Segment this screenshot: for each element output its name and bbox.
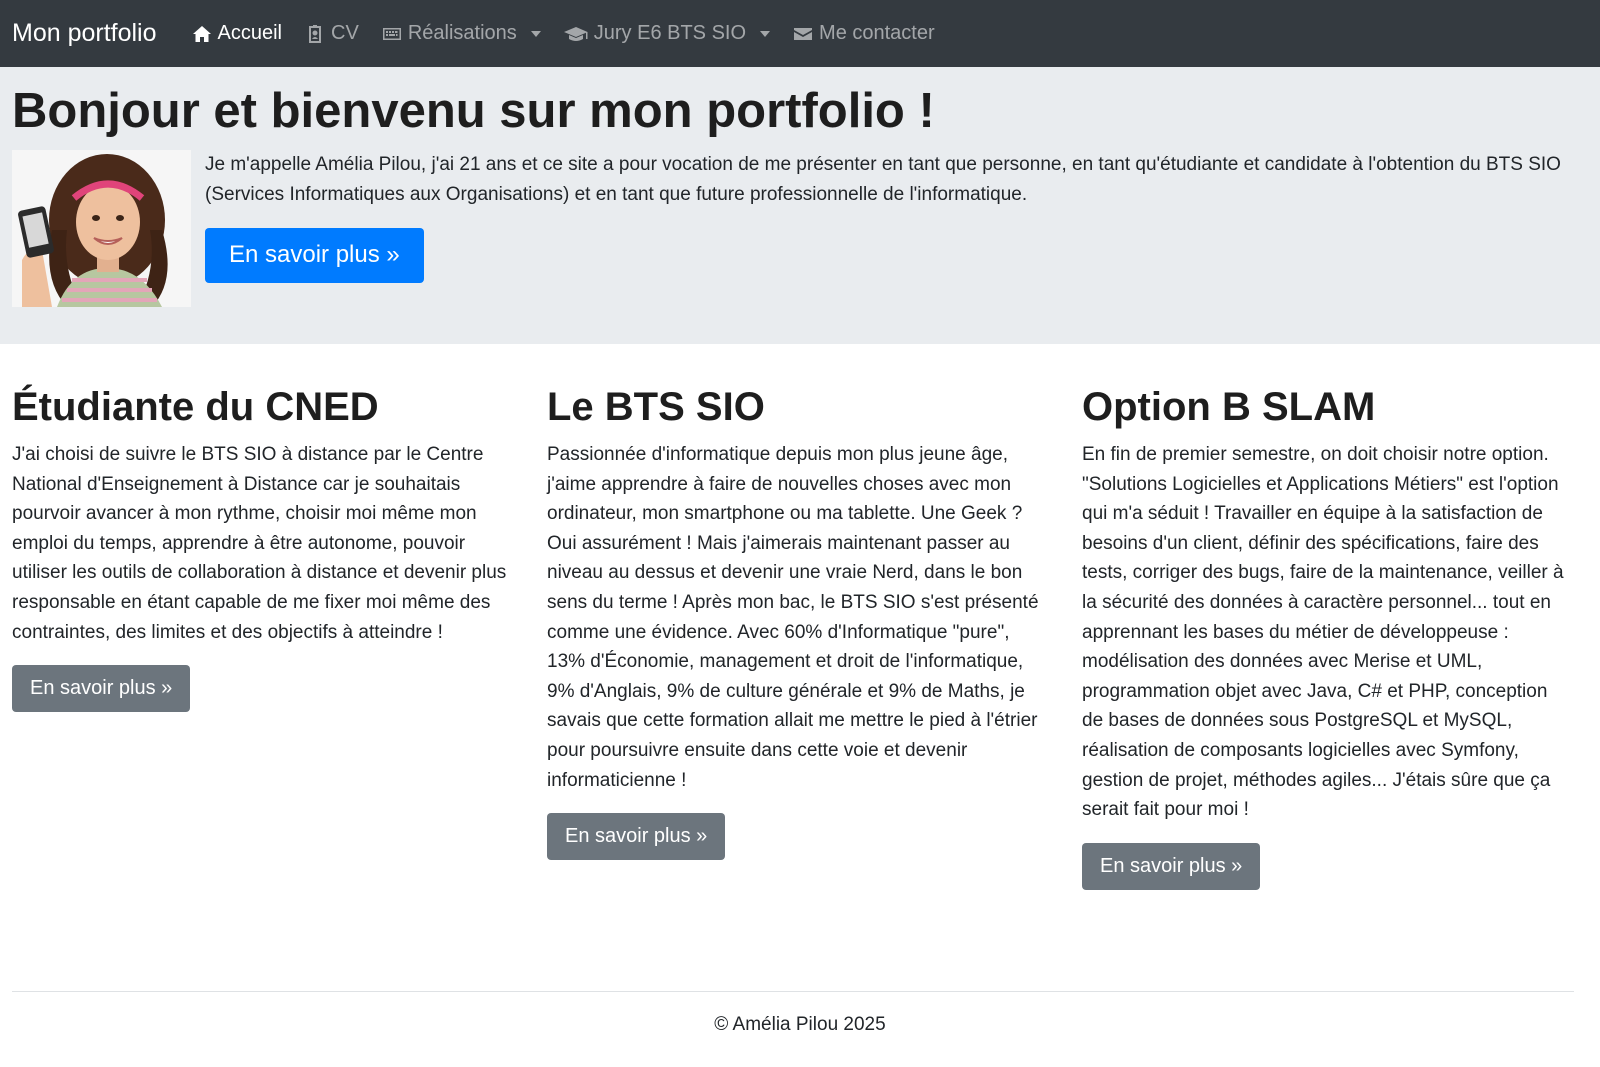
intro-text: Je m'appelle Amélia Pilou, j'ai 21 ans e… — [205, 154, 1561, 205]
slam-more-button[interactable]: En savoir plus » — [1082, 842, 1261, 890]
bts-sio-more-button[interactable]: En savoir plus » — [547, 813, 726, 861]
hero-more-button[interactable]: En savoir plus » — [205, 228, 424, 283]
copyright-text: © Amélia Pilou 2025 — [714, 1014, 886, 1035]
home-icon — [191, 24, 213, 44]
footer: © Amélia Pilou 2025 — [0, 1014, 1600, 1036]
id-badge-icon — [304, 24, 326, 44]
column-text: J'ai choisi de suivre le BTS SIO à dista… — [12, 444, 507, 643]
nav-item-label: Réalisations — [407, 22, 517, 44]
nav-item-label: Jury E6 BTS SIO — [593, 22, 747, 44]
column-heading: Le BTS SIO — [547, 385, 765, 429]
footer-divider — [12, 991, 1574, 992]
column-cned: Étudiante du CNED J'ai choisi de suivre … — [12, 382, 507, 890]
nav-item-label: Accueil — [217, 22, 283, 44]
page-title: Bonjour et bienvenu sur mon portfolio ! — [12, 84, 935, 138]
jumbotron: Bonjour et bienvenu sur mon portfolio ! — [0, 67, 1600, 344]
nav-item-label: Me contacter — [819, 22, 935, 44]
nav-item-contact[interactable]: Me contacter — [792, 22, 935, 45]
chevron-down-icon — [760, 30, 771, 37]
column-text: Passionnée d'informatique depuis mon plu… — [547, 444, 1039, 791]
navbar-brand[interactable]: Mon portfolio — [12, 19, 157, 48]
avatar — [12, 150, 191, 307]
column-heading: Étudiante du CNED — [12, 385, 379, 429]
keyboard-icon — [381, 24, 403, 44]
graduation-cap-icon — [563, 24, 589, 44]
column-bts-sio: Le BTS SIO Passionnée d'informatique dep… — [547, 382, 1042, 890]
top-navbar: Mon portfolio Accueil CV Réalisations Ju… — [0, 0, 1600, 67]
envelope-icon — [792, 24, 814, 44]
column-text: En fin de premier semestre, on doit choi… — [1082, 444, 1564, 821]
column-heading: Option B SLAM — [1082, 385, 1376, 429]
nav-item-label: CV — [331, 22, 359, 44]
nav-item-jury[interactable]: Jury E6 BTS SIO — [563, 22, 771, 45]
nav-item-accueil[interactable]: Accueil — [191, 22, 282, 45]
column-option-slam: Option B SLAM En fin de premier semestre… — [1082, 382, 1572, 890]
nav-item-cv[interactable]: CV — [304, 22, 359, 45]
nav-item-realisations[interactable]: Réalisations — [381, 22, 541, 45]
cned-more-button[interactable]: En savoir plus » — [12, 665, 191, 713]
feature-columns: Étudiante du CNED J'ai choisi de suivre … — [0, 344, 1600, 890]
chevron-down-icon — [530, 30, 541, 37]
intro-block: Je m'appelle Amélia Pilou, j'ai 21 ans e… — [205, 150, 1588, 307]
